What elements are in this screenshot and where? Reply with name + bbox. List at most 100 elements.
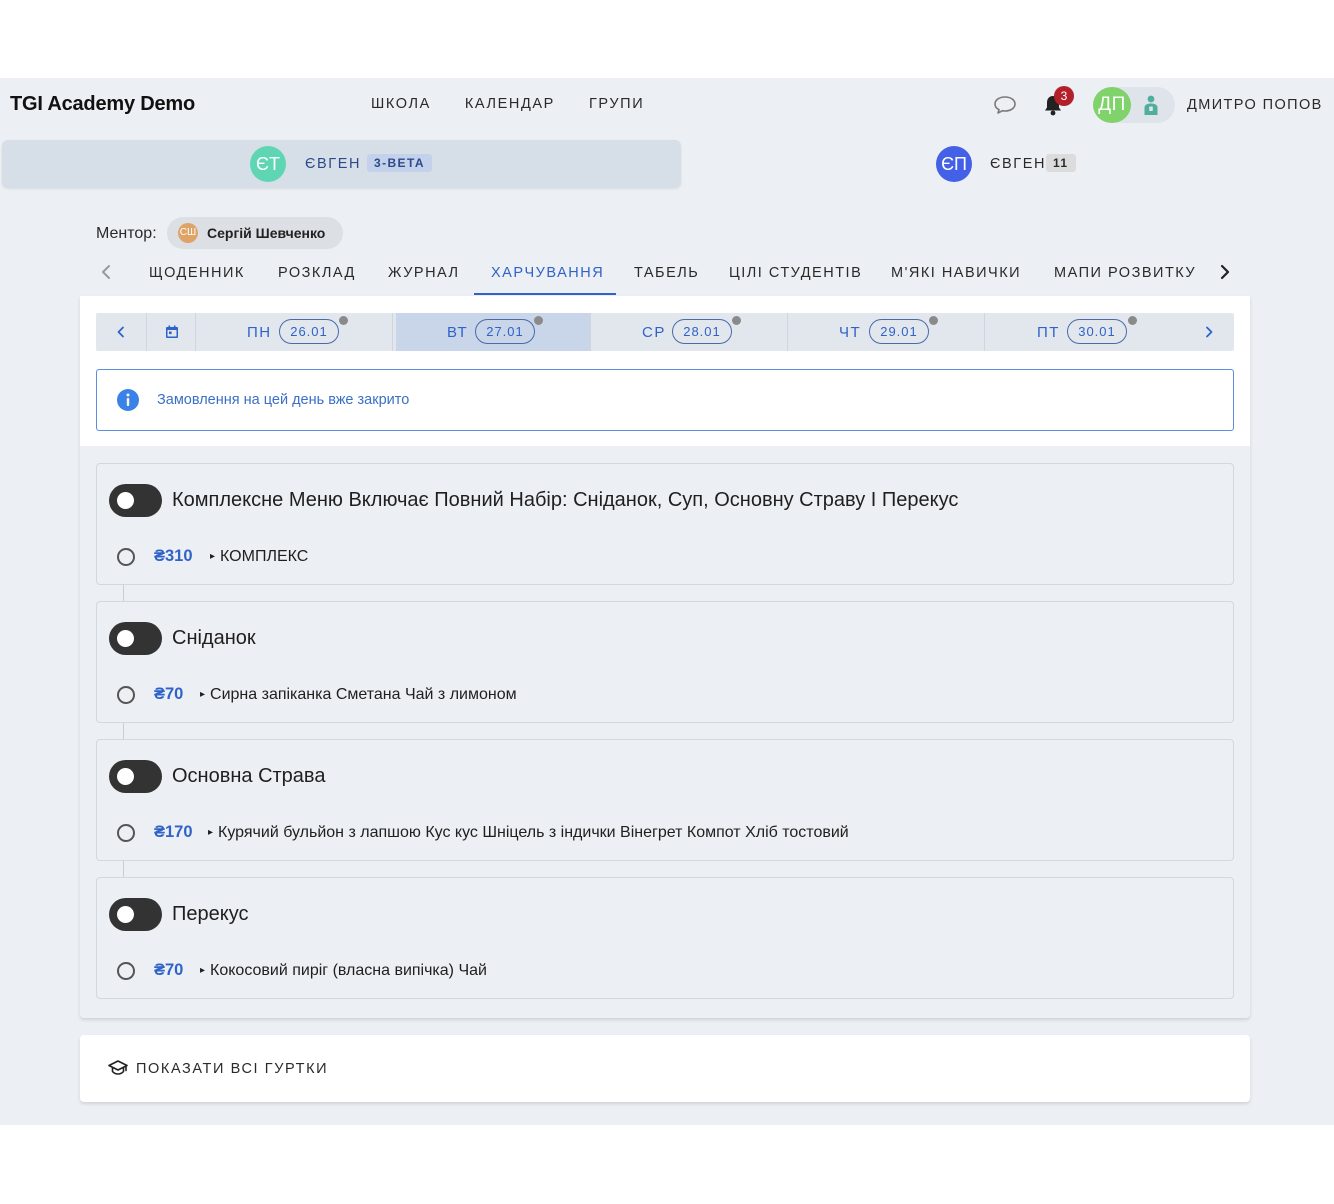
meal-toggle[interactable] <box>109 898 162 931</box>
top-header: TGI Academy Demo ШКОЛА КАЛЕНДАР ГРУПИ 3 … <box>0 78 1334 132</box>
caret-right-icon: ▸ <box>210 551 216 562</box>
day-tab-tue[interactable]: ВТ 27.01 <box>396 313 591 351</box>
notification-badge: 3 <box>1054 86 1074 106</box>
active-tab-indicator <box>474 293 616 295</box>
day-date: 29.01 <box>869 319 929 344</box>
student-avatar: ЄП <box>936 146 972 182</box>
day-label: ПН <box>247 324 272 341</box>
meal-option-radio[interactable] <box>117 548 135 566</box>
user-role-icon <box>1144 95 1158 115</box>
meal-title: Сніданок <box>172 627 256 649</box>
meal-connector <box>123 585 124 601</box>
mentor-chip[interactable]: СШ Сергій Шевченко <box>167 217 343 249</box>
user-menu[interactable]: ДП <box>1093 87 1175 123</box>
brand-title[interactable]: TGI Academy Demo <box>10 93 195 116</box>
tab-journal[interactable]: ЖУРНАЛ <box>388 265 460 281</box>
student-option-selected[interactable]: ЄТ ЄВГЕН 3-ВЕТА <box>2 140 681 188</box>
tab-soft-skills[interactable]: М'ЯКІ НАВИЧКИ <box>891 265 1021 281</box>
status-dot <box>929 316 938 325</box>
user-name[interactable]: ДМИТРО ПОПОВ <box>1187 97 1323 113</box>
meal-description-text: Курячий бульйон з лапшою Кус кус Шніцель… <box>218 824 849 841</box>
caret-right-icon: ▸ <box>200 965 206 976</box>
mentor-avatar: СШ <box>178 223 198 243</box>
show-all-clubs-label: ПОКАЗАТИ ВСІ ГУРТКИ <box>136 1061 329 1077</box>
meal-toggle[interactable] <box>109 760 162 793</box>
meal-option-radio[interactable] <box>117 962 135 980</box>
caret-right-icon: ▸ <box>208 827 214 838</box>
day-label: ПТ <box>1037 324 1060 341</box>
student-name: ЄВГЕН <box>305 156 362 172</box>
status-dot <box>1128 316 1137 325</box>
tab-development-maps[interactable]: МАПИ РОЗВИТКУ <box>1054 265 1196 281</box>
day-tab-thu[interactable]: ЧТ 29.01 <box>788 313 985 351</box>
chat-icon[interactable] <box>992 94 1018 116</box>
meal-title: Комплексне Меню Включає Повний Набір: Сн… <box>172 489 959 511</box>
meal-price: ₴70 <box>154 961 184 979</box>
day-tab-fri[interactable]: ПТ 30.01 <box>986 313 1184 351</box>
student-group-badge: 11 <box>1046 154 1076 172</box>
meal-price: ₴170 <box>154 823 193 841</box>
tab-meals[interactable]: ХАРЧУВАННЯ <box>491 265 604 281</box>
calendar-button[interactable] <box>146 313 196 351</box>
meal-option-radio[interactable] <box>117 686 135 704</box>
tab-schedule[interactable]: РОЗКЛАД <box>278 265 356 281</box>
app-shell: TGI Academy Demo ШКОЛА КАЛЕНДАР ГРУПИ 3 … <box>0 78 1334 1125</box>
meal-description: ▸ Сирна запіканка Сметана Чай з лимоном <box>200 686 517 704</box>
meal-description-text: КОМПЛЕКС <box>220 548 309 565</box>
day-date: 30.01 <box>1067 319 1127 344</box>
meals-card: ПН 26.01 ВТ 27.01 СР 28.01 ЧТ 29.01 ПТ 3… <box>80 296 1250 1018</box>
meal-title: Основна Страва <box>172 765 326 787</box>
meal-description: ▸ КОМПЛЕКС <box>210 548 308 566</box>
tab-attendance[interactable]: ТАБЕЛЬ <box>634 265 699 281</box>
chevron-left-icon[interactable] <box>94 260 118 284</box>
meal-card-breakfast: Сніданок ₴70 ▸ Сирна запіканка Сметана Ча… <box>96 601 1234 723</box>
tab-student-goals[interactable]: ЦІЛІ СТУДЕНТІВ <box>729 265 862 281</box>
meal-option-radio[interactable] <box>117 824 135 842</box>
chevron-right-icon[interactable] <box>1213 260 1237 284</box>
user-avatar: ДП <box>1093 87 1131 123</box>
meal-description-text: Сирна запіканка Сметана Чай з лимоном <box>210 686 517 703</box>
order-closed-alert: Замовлення на цей день вже закрито <box>96 369 1234 431</box>
meal-toggle[interactable] <box>109 484 162 517</box>
calendar-icon <box>166 325 178 338</box>
nav-item-school[interactable]: ШКОЛА <box>354 96 448 112</box>
nav-item-calendar[interactable]: КАЛЕНДАР <box>448 96 572 112</box>
tab-diary[interactable]: ЩОДЕННИК <box>149 265 245 281</box>
student-avatar: ЄТ <box>250 146 286 182</box>
meal-card-snack: Перекус ₴70 ▸ Кокосовий пиріг (власна вип… <box>96 877 1234 999</box>
mentor-name: Сергій Шевченко <box>207 225 326 241</box>
meal-toggle[interactable] <box>109 622 162 655</box>
section-tabs: ЩОДЕННИК РОЗКЛАД ЖУРНАЛ ХАРЧУВАННЯ ТАБЕЛ… <box>80 254 1250 296</box>
day-tab-mon[interactable]: ПН 26.01 <box>196 313 393 351</box>
meal-title: Перекус <box>172 903 249 925</box>
student-name: ЄВГЕН <box>990 156 1047 172</box>
meal-card-main-course: Основна Страва ₴170 ▸ Курячий бульйон з л… <box>96 739 1234 861</box>
graduation-cap-icon <box>108 1060 128 1075</box>
status-dot <box>339 316 348 325</box>
chevron-right-icon <box>1206 326 1213 338</box>
day-label: ЧТ <box>839 324 862 341</box>
day-selector: ПН 26.01 ВТ 27.01 СР 28.01 ЧТ 29.01 ПТ 3… <box>96 313 1234 351</box>
caret-right-icon: ▸ <box>200 689 206 700</box>
main-nav: ШКОЛА КАЛЕНДАР ГРУПИ <box>354 96 661 112</box>
meal-card-complex: Комплексне Меню Включає Повний Набір: Сн… <box>96 463 1234 585</box>
day-date: 27.01 <box>475 319 535 344</box>
alert-text: Замовлення на цей день вже закрито <box>157 392 410 408</box>
meal-connector <box>123 723 124 739</box>
day-label: ВТ <box>447 324 469 341</box>
next-week-button[interactable] <box>1184 313 1234 351</box>
info-icon <box>117 389 139 411</box>
status-dot <box>534 316 543 325</box>
chevron-left-icon <box>117 326 124 338</box>
prev-week-button[interactable] <box>96 313 146 351</box>
day-date: 28.01 <box>672 319 732 344</box>
status-dot <box>732 316 741 325</box>
mentor-label: Ментор: <box>96 225 157 242</box>
meal-description: ▸ Кокосовий пиріг (власна випічка) Чай <box>200 962 487 980</box>
day-tab-wed[interactable]: СР 28.01 <box>591 313 788 351</box>
meal-description-text: Кокосовий пиріг (власна випічка) Чай <box>210 962 487 979</box>
show-all-clubs-button[interactable]: ПОКАЗАТИ ВСІ ГУРТКИ <box>80 1035 1250 1102</box>
nav-item-groups[interactable]: ГРУПИ <box>572 96 661 112</box>
meal-connector <box>123 861 124 877</box>
meal-price: ₴70 <box>154 685 184 703</box>
